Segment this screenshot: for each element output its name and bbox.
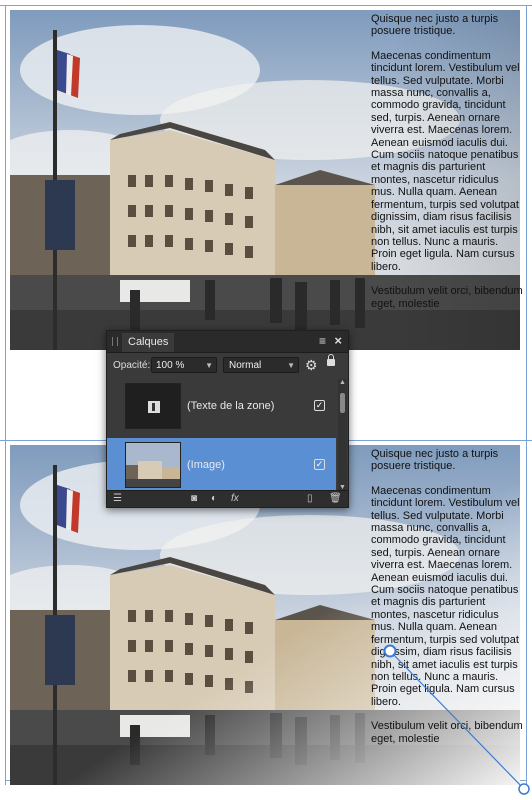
blend-mode-select[interactable]: Normal ▼: [223, 357, 299, 373]
gear-icon[interactable]: ⚙: [305, 357, 318, 374]
scroll-up-icon[interactable]: ▲: [339, 379, 346, 386]
adjustment-icon[interactable]: ◐: [211, 493, 217, 504]
close-icon[interactable]: ×: [334, 333, 342, 348]
gradient-end-handle[interactable]: [518, 783, 530, 795]
layers-stack-icon[interactable]: ☰: [113, 493, 122, 504]
panel-tab-bar: Calques ≡ ×: [107, 331, 348, 353]
panel-grip-icon[interactable]: [112, 337, 118, 346]
layer-options-row: Opacité: 100 % ▼ Normal ▼ ⚙: [107, 353, 348, 379]
fx-icon[interactable]: fx: [231, 493, 239, 504]
mask-icon[interactable]: ◙: [191, 493, 197, 504]
layer-row-text[interactable]: (Texte de la zone) ✓: [107, 379, 336, 434]
opacity-label: Opacité:: [113, 360, 151, 371]
visibility-checkbox[interactable]: ✓: [314, 400, 325, 411]
text-frame-icon: [125, 383, 181, 429]
visibility-checkbox[interactable]: ✓: [314, 459, 325, 470]
scroll-thumb[interactable]: [340, 393, 345, 413]
layers-scrollbar[interactable]: ▲ ▼: [338, 379, 347, 491]
new-layer-icon[interactable]: ▯: [307, 493, 313, 504]
image-thumbnail: [125, 442, 181, 488]
opacity-field[interactable]: 100 % ▼: [151, 357, 217, 373]
layers-panel: Calques ≡ × Opacité: 100 % ▼ Normal ▼ ⚙ …: [106, 330, 349, 508]
layers-bottom-toolbar: ☰ ◙ ◐ fx ▯ 🗑: [107, 490, 348, 507]
hamburger-menu-icon[interactable]: ≡: [319, 334, 326, 348]
lock-icon[interactable]: [327, 354, 335, 366]
trash-icon[interactable]: 🗑: [329, 493, 342, 504]
chevron-down-icon: ▼: [205, 361, 213, 370]
layers-list: (Texte de la zone) ✓ (Image) ✓: [107, 379, 336, 493]
layer-name: (Texte de la zone): [187, 400, 275, 412]
blend-mode-value: Normal: [229, 360, 262, 371]
tab-calques[interactable]: Calques: [122, 333, 175, 352]
chevron-down-icon: ▼: [287, 361, 295, 370]
opacity-value: 100 %: [156, 360, 185, 371]
gradient-line: [389, 650, 525, 790]
layer-row-image[interactable]: (Image) ✓: [107, 438, 336, 493]
layer-name: (Image): [187, 459, 225, 471]
gradient-start-handle[interactable]: [383, 644, 397, 658]
